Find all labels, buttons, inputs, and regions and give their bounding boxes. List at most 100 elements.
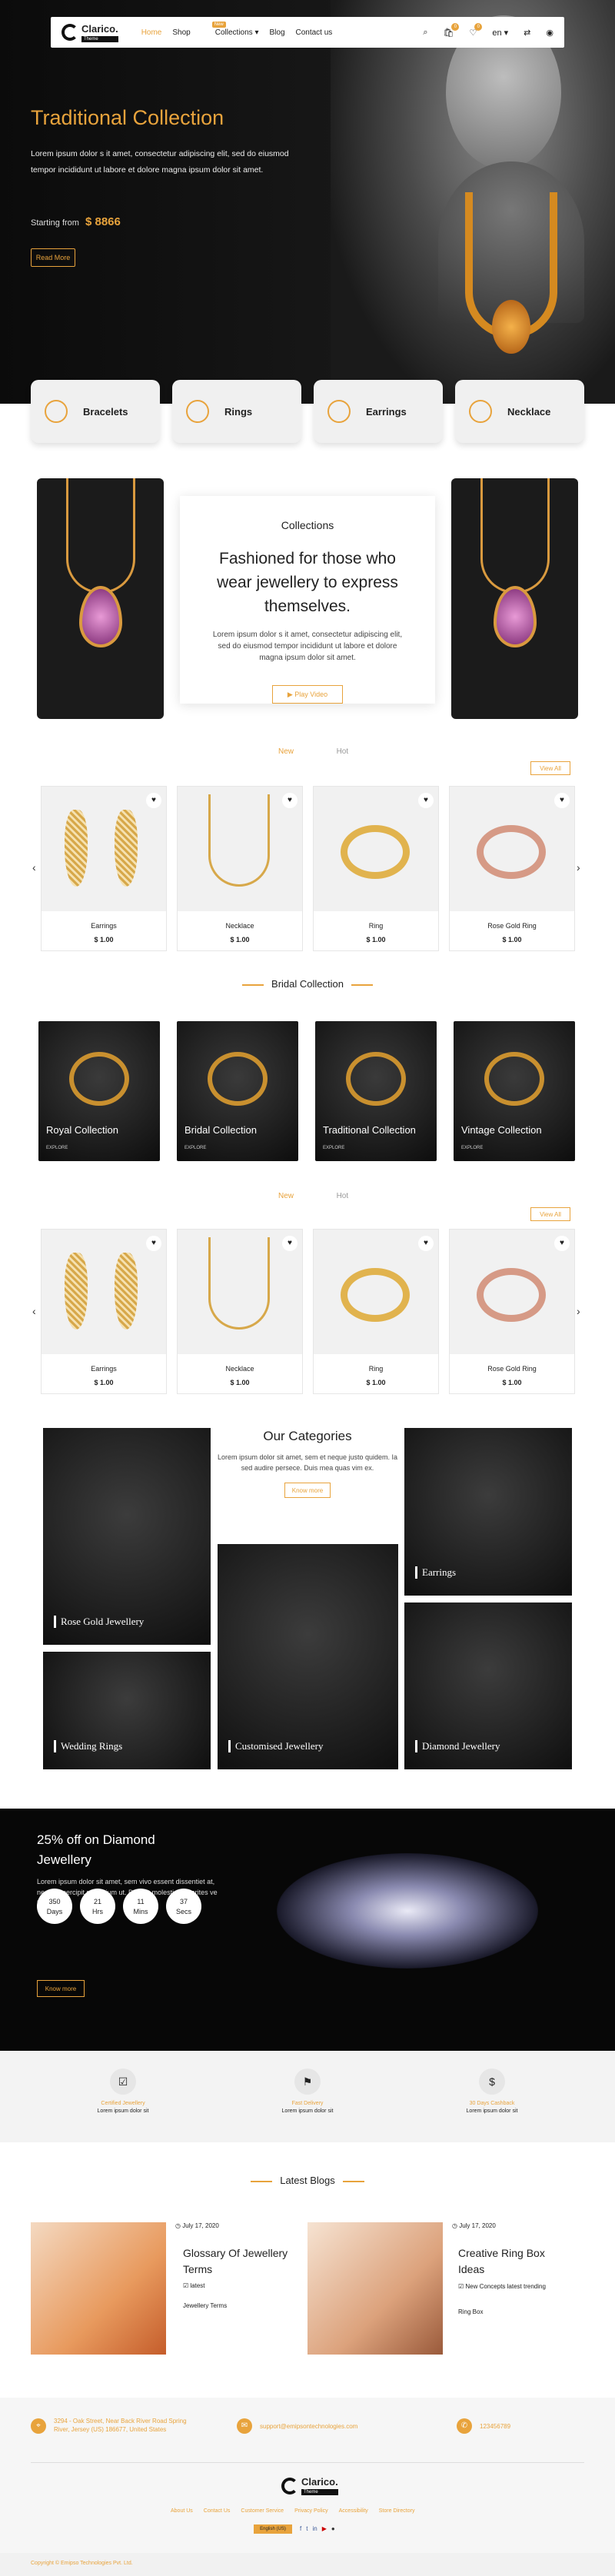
blog-category[interactable]: Jewellery Terms — [183, 2302, 227, 2309]
product-price: $ 1.00 — [502, 1379, 522, 1386]
countdown-days: 350 Days — [37, 1889, 72, 1924]
bridal-card[interactable]: Vintage Collection EXPLORE — [454, 1021, 575, 1161]
github-icon[interactable]: ● — [331, 2525, 335, 2532]
heart-icon[interactable]: ♥ — [146, 793, 161, 808]
category-card-rings[interactable]: Rings — [172, 380, 301, 443]
wishlist-icon[interactable]: ♡ 0 — [469, 22, 483, 38]
search-icon[interactable]: ⌕ — [423, 28, 427, 38]
nav-home[interactable]: Home — [141, 28, 162, 37]
product-card[interactable]: ♥ Earrings $ 1.00 — [41, 1229, 167, 1394]
bridal-card[interactable]: Royal Collection EXPLORE — [38, 1021, 160, 1161]
footer-link[interactable]: Accessibility — [339, 2508, 368, 2514]
cart-count: 0 — [451, 22, 460, 31]
heart-icon[interactable]: ♥ — [554, 793, 570, 808]
footer-link[interactable]: Customer Service — [241, 2508, 284, 2514]
category-tile-label: Diamond Jewellery — [415, 1740, 500, 1752]
our-categories-heading: Our Categories — [263, 1429, 352, 1443]
facebook-icon[interactable]: f — [300, 2525, 301, 2532]
explore-link[interactable]: EXPLORE — [184, 1146, 206, 1150]
product-name: Earrings — [91, 922, 117, 930]
explore-link[interactable]: EXPLORE — [46, 1146, 68, 1150]
footer-link[interactable]: Contact Us — [204, 2508, 231, 2514]
bridal-card[interactable]: Traditional Collection EXPLORE — [315, 1021, 437, 1161]
footer-phone[interactable]: 123456789 — [480, 2422, 510, 2431]
product-card[interactable]: ♥ Ring $ 1.00 — [313, 786, 439, 951]
explore-link[interactable]: EXPLORE — [461, 1146, 483, 1150]
footer-link[interactable]: Privacy Policy — [294, 2508, 328, 2514]
tab-new[interactable]: New — [278, 747, 294, 756]
heart-icon[interactable]: ♥ — [418, 793, 434, 808]
bridal-card[interactable]: Bridal Collection EXPLORE — [177, 1021, 298, 1161]
nav-collections[interactable]: NewCollections ▾ — [201, 21, 258, 37]
product-image: ♥ — [314, 1230, 438, 1354]
read-more-button[interactable]: Read More — [31, 248, 75, 267]
nav-blog[interactable]: Blog — [269, 28, 284, 37]
footer-links: About Us Contact Us Customer Service Pri… — [171, 2508, 414, 2514]
blog-title[interactable]: Glossary Of Jewellery Terms — [183, 2245, 298, 2278]
hero-title: Traditional Collection — [31, 106, 224, 129]
twitter-icon[interactable]: t — [306, 2525, 308, 2532]
tab-new[interactable]: New — [278, 1192, 294, 1200]
hero-price-row: Starting from $ 8866 — [31, 215, 121, 228]
category-tile-earrings[interactable]: Earrings — [404, 1428, 572, 1596]
blog-image[interactable] — [308, 2222, 443, 2355]
product-card[interactable]: ♥ Necklace $ 1.00 — [177, 1229, 303, 1394]
deal-know-more-button[interactable]: Know more — [37, 1980, 85, 1997]
blog-image[interactable] — [31, 2222, 166, 2355]
product-card[interactable]: ♥ Earrings $ 1.00 — [41, 786, 167, 951]
carousel-prev-icon[interactable]: ‹ — [32, 1305, 36, 1317]
category-tile-diamond[interactable]: Diamond Jewellery — [404, 1603, 572, 1769]
carousel-prev-icon[interactable]: ‹ — [32, 861, 36, 874]
footer-email[interactable]: support@emipsontechnologies.com — [260, 2422, 357, 2431]
play-video-button[interactable]: ▶ Play Video — [272, 685, 343, 704]
view-all-button[interactable]: View All — [530, 761, 570, 775]
heart-icon[interactable]: ♥ — [146, 1236, 161, 1251]
language-select[interactable]: en ▾ — [492, 28, 508, 38]
nav-contact[interactable]: Contact us — [296, 28, 333, 37]
product-card[interactable]: ♥ Rose Gold Ring $ 1.00 — [449, 1229, 575, 1394]
cart-icon[interactable]: 🛍 0 — [444, 22, 460, 38]
blog-title[interactable]: Creative Ring Box Ideas — [458, 2245, 573, 2278]
blog-category[interactable]: Ring Box — [458, 2308, 483, 2315]
view-all-button[interactable]: View All — [530, 1207, 570, 1221]
carousel-next-icon[interactable]: › — [577, 861, 580, 874]
category-tile-rose-gold[interactable]: Rose Gold Jewellery — [43, 1428, 211, 1645]
user-icon[interactable]: ◉ — [546, 28, 554, 38]
product-name: Rose Gold Ring — [487, 922, 537, 930]
category-card-bracelets[interactable]: Bracelets — [31, 380, 160, 443]
language-button[interactable]: English (US) — [254, 2524, 292, 2534]
product-card[interactable]: ♥ Ring $ 1.00 — [313, 1229, 439, 1394]
category-card-necklace[interactable]: Necklace — [455, 380, 584, 443]
category-tile-wedding-rings[interactable]: Wedding Rings — [43, 1652, 211, 1769]
compare-icon[interactable]: ⇄ — [524, 28, 530, 38]
nav-shop[interactable]: Shop — [172, 28, 190, 37]
heart-icon[interactable]: ♥ — [554, 1236, 570, 1251]
category-card-earrings[interactable]: Earrings — [314, 380, 443, 443]
explore-link[interactable]: EXPLORE — [323, 1146, 344, 1150]
category-tile-label: Earrings — [415, 1566, 456, 1579]
tab-hot[interactable]: Hot — [337, 747, 349, 756]
heart-icon[interactable]: ♥ — [418, 1236, 434, 1251]
product-card[interactable]: ♥ Rose Gold Ring $ 1.00 — [449, 786, 575, 951]
carousel-next-icon[interactable]: › — [577, 1305, 580, 1317]
heart-icon[interactable]: ♥ — [282, 1236, 298, 1251]
linkedin-icon[interactable]: in — [312, 2525, 317, 2532]
blog-tags: ☑ latest — [183, 2282, 205, 2289]
product-image: ♥ — [178, 1230, 302, 1354]
youtube-icon[interactable]: ▶ — [322, 2525, 327, 2532]
tab-hot[interactable]: Hot — [337, 1192, 349, 1200]
hero-price: $ 8866 — [85, 215, 121, 228]
footer-logo[interactable]: Clarico. Theme — [281, 2476, 338, 2495]
product-card[interactable]: ♥ Necklace $ 1.00 — [177, 786, 303, 951]
product-tabs: New Hot — [278, 1192, 348, 1200]
know-more-button[interactable]: Know more — [284, 1483, 331, 1498]
footer-link[interactable]: Store Directory — [379, 2508, 415, 2514]
heart-icon[interactable]: ♥ — [282, 793, 298, 808]
footer-link[interactable]: About Us — [171, 2508, 193, 2514]
product-name: Ring — [368, 922, 384, 930]
blogs-heading: Latest Blogs — [0, 2175, 615, 2186]
feature-certified: ☑ Certified Jewellery Lorem ipsum dolor si… — [46, 2068, 200, 2114]
category-tile-customised[interactable]: Customised Jewellery — [218, 1544, 398, 1769]
bridal-card-title: Royal Collection — [46, 1124, 118, 1136]
brand-logo[interactable]: Clarico. Theme — [62, 23, 118, 42]
